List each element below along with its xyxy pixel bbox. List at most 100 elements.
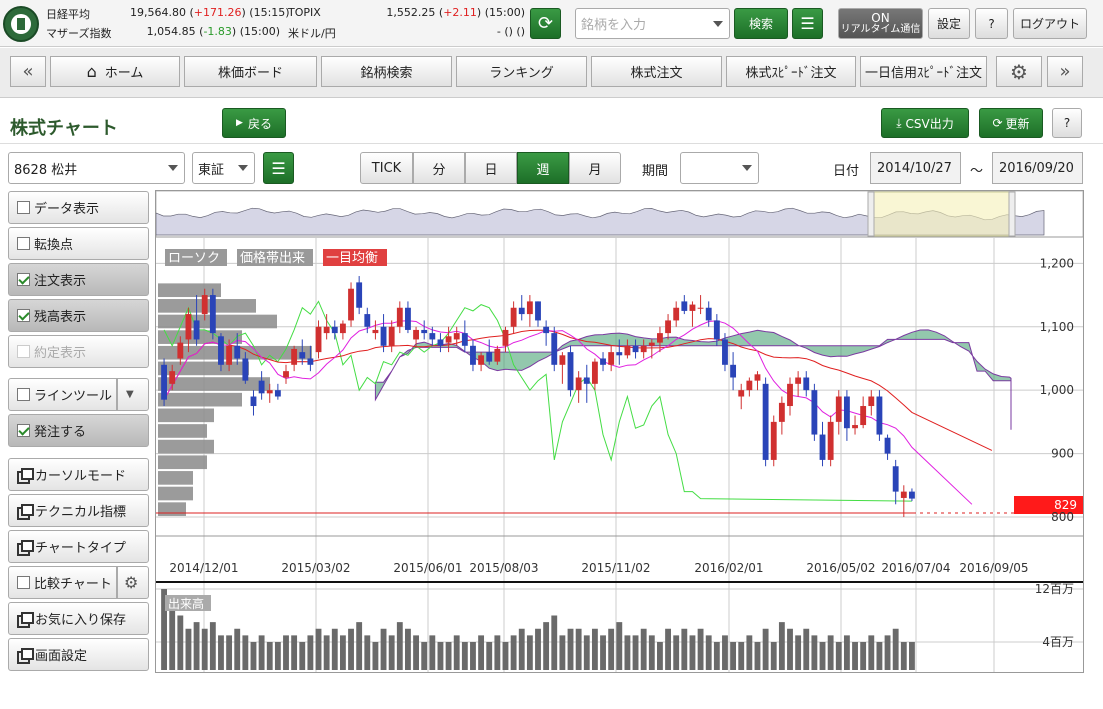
candle-body bbox=[242, 358, 249, 381]
date-tick-label: 2015/08/03 bbox=[469, 561, 538, 575]
nav-tab-search[interactable]: 銘柄検索 bbox=[321, 56, 452, 87]
candle-body bbox=[421, 329, 428, 334]
candle-body bbox=[226, 345, 233, 365]
stock-select[interactable]: 8628 松井 bbox=[8, 152, 185, 184]
nav-tab-board[interactable]: 株価ボード bbox=[184, 56, 317, 87]
volume-bar bbox=[778, 622, 785, 670]
candle-body bbox=[283, 371, 289, 378]
nav-tab-ranking[interactable]: ランキング bbox=[456, 56, 587, 87]
nav-tab-order[interactable]: 株式注文 bbox=[591, 56, 722, 87]
csv-export-button[interactable]: ⤓ CSV出力 bbox=[881, 108, 969, 138]
navigator-handle-right[interactable] bbox=[1008, 191, 1016, 237]
settings-button[interactable]: 設定 bbox=[928, 8, 970, 39]
chart-controls: 8628 松井 東証 ☰ TICK 分 日 週 月 期間 日付 2014/10/… bbox=[0, 146, 1103, 188]
candle-body bbox=[868, 396, 875, 407]
symbol-search-input[interactable]: 銘柄を入力 bbox=[575, 8, 730, 39]
screen-settings-button[interactable]: 画面設定 bbox=[8, 638, 149, 671]
candle-body bbox=[860, 406, 867, 426]
candle-body bbox=[169, 371, 176, 384]
volume-bar bbox=[169, 602, 176, 670]
volume-bar bbox=[787, 628, 793, 670]
nav-prev-button[interactable]: « bbox=[10, 56, 46, 87]
checked-checkbox-icon bbox=[17, 273, 30, 286]
candle-body bbox=[250, 396, 257, 407]
topix-label: TOPIX bbox=[288, 6, 321, 19]
volume-bar bbox=[746, 635, 753, 670]
technical-button[interactable]: テクニカル指標 bbox=[8, 494, 149, 527]
back-button[interactable]: ▶ 戻る bbox=[222, 108, 286, 138]
turning-point-toggle[interactable]: 転換点 bbox=[8, 227, 149, 260]
period-tick[interactable]: TICK bbox=[360, 152, 413, 184]
candle-body bbox=[470, 345, 476, 365]
volume-bar bbox=[461, 642, 468, 670]
navigator-handle-left[interactable] bbox=[867, 191, 875, 237]
nav-settings-button[interactable]: ⚙ bbox=[996, 56, 1042, 87]
nav-next-button[interactable]: » bbox=[1047, 56, 1083, 87]
period-week[interactable]: 週 bbox=[517, 152, 569, 184]
period-month[interactable]: 月 bbox=[569, 152, 621, 184]
logout-button[interactable]: ログアウト bbox=[1013, 8, 1087, 39]
realtime-toggle[interactable]: ON リアルタイム通信 bbox=[838, 8, 923, 39]
candle-body bbox=[453, 333, 460, 340]
volume-bar bbox=[754, 642, 761, 670]
candle-body bbox=[665, 320, 671, 334]
period-minute[interactable]: 分 bbox=[413, 152, 465, 184]
candle-body bbox=[575, 377, 582, 391]
search-button[interactable]: 検索 bbox=[734, 8, 788, 39]
period-day[interactable]: 日 bbox=[465, 152, 517, 184]
date-tick-label: 2016/05/02 bbox=[806, 561, 875, 575]
checkbox-icon bbox=[17, 345, 30, 358]
volume-bar bbox=[307, 635, 314, 670]
execution-display-toggle[interactable]: 約定表示 bbox=[8, 335, 149, 368]
compare-chart-toggle[interactable]: 比較チャート bbox=[8, 566, 117, 599]
nav-tab-home[interactable]: ⌂ ホーム bbox=[50, 56, 180, 87]
chart-canvas[interactable]: 829 1,2001,1001,000900800 ローソク 価格帯出来 一目均… bbox=[155, 190, 1084, 672]
volume-bar bbox=[510, 635, 517, 670]
stock-list-button[interactable]: ☰ bbox=[263, 152, 294, 184]
compare-settings-button[interactable]: ⚙ bbox=[117, 566, 149, 599]
reload-market-button[interactable]: ⟳ bbox=[530, 8, 561, 39]
nav-tab-margin-order[interactable]: 一日信用ｽﾋﾟｰﾄﾞ注文 bbox=[860, 56, 987, 87]
refresh-button[interactable]: ⟳ 更新 bbox=[979, 108, 1043, 138]
volume-bar bbox=[445, 642, 452, 670]
list-button[interactable]: ☰ bbox=[792, 8, 823, 39]
candle-body bbox=[543, 326, 550, 334]
nav-tab-speed-order[interactable]: 株式ｽﾋﾟｰﾄﾞ注文 bbox=[726, 56, 856, 87]
line-tool-toggle[interactable]: ラインツール bbox=[8, 378, 117, 411]
date-to-input[interactable]: 2016/09/20 bbox=[992, 152, 1083, 184]
volume-bar bbox=[535, 628, 541, 670]
candle-body bbox=[681, 301, 688, 311]
volume-tick-label: 12百万 bbox=[1035, 582, 1074, 596]
window-icon bbox=[17, 468, 34, 484]
volume-bar bbox=[396, 622, 403, 670]
cursor-mode-button[interactable]: カーソルモード bbox=[8, 458, 149, 491]
data-display-toggle[interactable]: データ表示 bbox=[8, 191, 149, 224]
term-select[interactable] bbox=[680, 152, 759, 184]
candle-body bbox=[616, 352, 623, 356]
candle-body bbox=[673, 307, 680, 321]
candle-body bbox=[348, 288, 354, 321]
line-tool-dropdown[interactable]: ▼ bbox=[117, 378, 149, 411]
volume-bar bbox=[543, 622, 550, 670]
date-from-input[interactable]: 2014/10/27 bbox=[870, 152, 961, 184]
position-display-toggle[interactable]: 残高表示 bbox=[8, 299, 149, 332]
page-help-button[interactable]: ? bbox=[1052, 108, 1082, 138]
market-select[interactable]: 東証 bbox=[192, 152, 255, 184]
save-favorite-button[interactable]: お気に入り保存 bbox=[8, 602, 149, 635]
list-icon: ☰ bbox=[800, 14, 815, 33]
candle-body bbox=[161, 364, 167, 400]
place-order-toggle[interactable]: 発注する bbox=[8, 414, 149, 447]
candle-body bbox=[510, 307, 517, 327]
navigator-window[interactable] bbox=[867, 191, 1016, 237]
range-navigator[interactable] bbox=[155, 190, 1084, 238]
chart-type-button[interactable]: チャートタイプ bbox=[8, 530, 149, 563]
candle-body bbox=[746, 380, 753, 391]
volume-bar bbox=[339, 635, 346, 670]
volume-profile-bar bbox=[158, 455, 207, 470]
volume-bar bbox=[323, 635, 330, 670]
order-display-toggle[interactable]: 注文表示 bbox=[8, 263, 149, 296]
help-button[interactable]: ? bbox=[975, 8, 1008, 39]
gear-icon: ⚙ bbox=[1010, 59, 1028, 84]
stock-chart[interactable]: 829 1,200 1,100 1,000 900 800 ローソク 価格帯出来 一目均… bbox=[155, 190, 1084, 673]
volume-bar bbox=[657, 642, 663, 670]
